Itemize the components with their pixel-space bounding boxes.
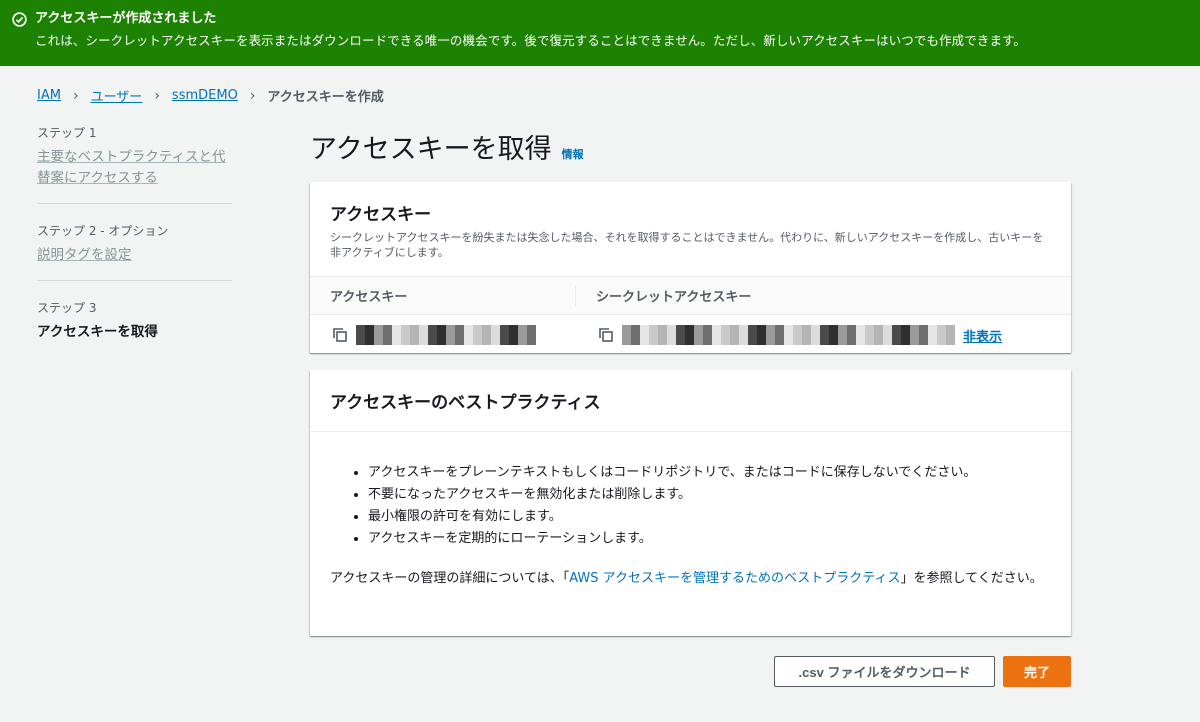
page-title: アクセスキーを取得 情報 xyxy=(310,127,584,166)
list-item: アクセスキーを定期的にローテーションします。 xyxy=(368,528,1051,550)
page-title-text: アクセスキーを取得 xyxy=(310,134,552,165)
step-label: ステップ 3 xyxy=(37,301,97,315)
panel-title: アクセスキー xyxy=(330,205,432,225)
breadcrumb: IAM › ユーザー › ssmDEMO › アクセスキーを作成 xyxy=(37,86,384,106)
wizard-steps: ステップ 1 主要なベストプラクティスと代替案にアクセスする ステップ 2 - … xyxy=(37,124,232,375)
column-access-key: アクセスキー xyxy=(310,285,576,306)
step-current: アクセスキーを取得 xyxy=(37,324,158,340)
wizard-step-1: ステップ 1 主要なベストプラクティスと代替案にアクセスする xyxy=(37,124,232,204)
access-key-value-masked xyxy=(356,325,536,345)
chevron-right-icon: › xyxy=(72,87,79,104)
best-practices-panel: アクセスキーのベストプラクティス アクセスキーをプレーンテキストもしくはコードリ… xyxy=(310,370,1071,636)
breadcrumb-user[interactable]: ssmDEMO xyxy=(172,88,238,103)
chevron-right-icon: › xyxy=(249,87,256,104)
breadcrumb-users[interactable]: ユーザー xyxy=(91,86,143,105)
copy-icon[interactable] xyxy=(598,327,614,343)
download-csv-button[interactable]: .csv ファイルをダウンロード xyxy=(774,656,995,687)
chevron-right-icon: › xyxy=(154,87,160,104)
keys-table: アクセスキー シークレットアクセスキー 非表示 xyxy=(310,276,1071,355)
wizard-step-2: ステップ 2 - オプション 説明タグを設定 xyxy=(37,222,232,281)
flash-message: これは、シークレットアクセスキーを表示またはダウンロードできる唯一の機会です。後… xyxy=(35,33,1027,48)
wizard-step-3: ステップ 3 アクセスキーを取得 xyxy=(37,299,232,357)
step-link-best-practices[interactable]: 主要なベストプラクティスと代替案にアクセスする xyxy=(37,147,232,189)
best-practices-list: アクセスキーをプレーンテキストもしくはコードリポジトリで、またはコードに保存しな… xyxy=(330,462,1051,550)
panel-title: アクセスキーのベストプラクティス xyxy=(330,393,601,413)
table-row: 非表示 xyxy=(310,315,1071,355)
flash-title: アクセスキーが作成されました xyxy=(35,11,217,26)
list-item: 不要になったアクセスキーを無効化または削除します。 xyxy=(368,484,1051,506)
copy-icon[interactable] xyxy=(332,327,348,343)
step-label: ステップ 1 xyxy=(37,126,97,140)
step-label: ステップ 2 - オプション xyxy=(37,224,169,238)
secret-key-value-masked xyxy=(622,325,955,345)
done-button[interactable]: 完了 xyxy=(1003,656,1071,687)
panel-description: シークレットアクセスキーを紛失または失念した場合、それを取得することはできません… xyxy=(330,231,1044,259)
success-flashbar: アクセスキーが作成されました これは、シークレットアクセスキーを表示またはダウン… xyxy=(0,0,1200,66)
hide-secret-link[interactable]: 非表示 xyxy=(963,326,1002,345)
column-secret-key: シークレットアクセスキー xyxy=(596,290,752,305)
breadcrumb-iam[interactable]: IAM xyxy=(37,88,61,103)
best-practices-doc-link[interactable]: AWS アクセスキーを管理するためのベストプラクティス xyxy=(569,571,900,586)
breadcrumb-current: アクセスキーを作成 xyxy=(267,90,384,105)
table-header: アクセスキー シークレットアクセスキー xyxy=(310,277,1071,315)
note-text: 」を参照してください。 xyxy=(900,571,1043,586)
list-item: 最小権限の許可を有効にします。 xyxy=(368,506,1051,528)
note-text: アクセスキーの管理の詳細については、「 xyxy=(330,571,570,586)
access-keys-panel: アクセスキー シークレットアクセスキーを紛失または失念した場合、それを取得するこ… xyxy=(310,182,1071,353)
best-practices-note: アクセスキーの管理の詳細については、「AWS アクセスキーを管理するためのベスト… xyxy=(330,568,1051,590)
info-link[interactable]: 情報 xyxy=(562,146,584,162)
step-link-tags[interactable]: 説明タグを設定 xyxy=(37,245,232,266)
list-item: アクセスキーをプレーンテキストもしくはコードリポジトリで、またはコードに保存しな… xyxy=(368,462,1051,484)
check-circle-icon xyxy=(12,11,27,27)
